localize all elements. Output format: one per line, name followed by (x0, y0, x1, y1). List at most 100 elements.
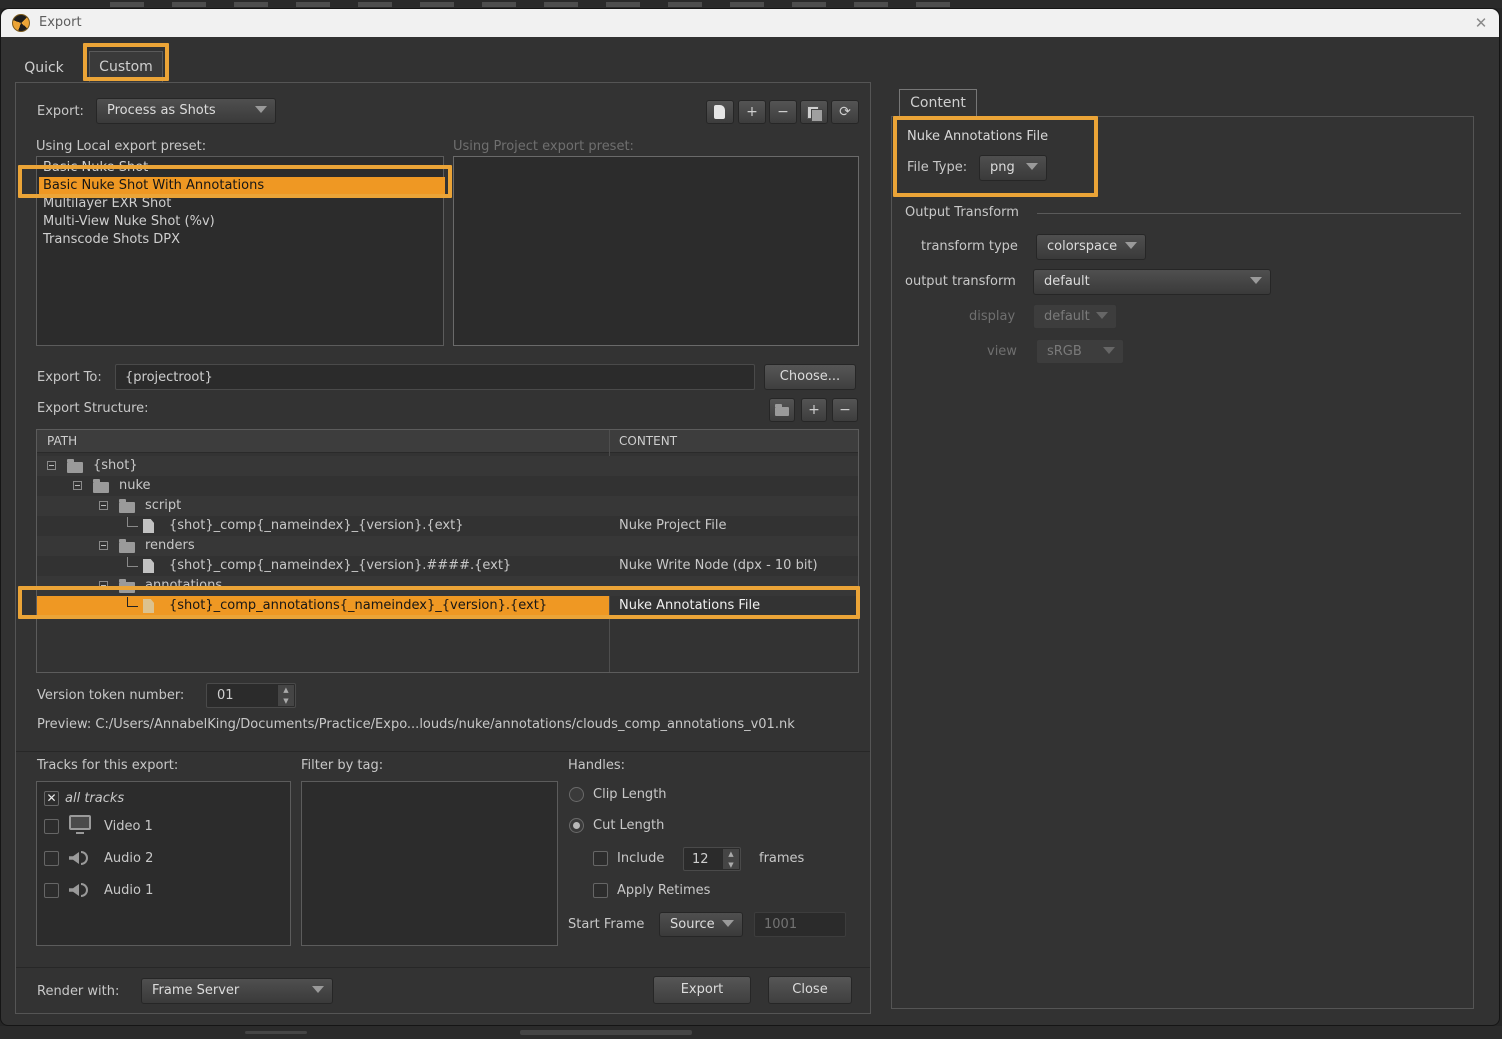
revert-preset-button[interactable]: ⟳ (831, 100, 859, 124)
track-label[interactable]: Audio 1 (104, 883, 153, 898)
remove-preset-button[interactable]: − (769, 100, 797, 124)
structure-row[interactable]: {shot}_comp{_nameindex}_{version}.{ext} … (37, 516, 858, 536)
check-x-icon: ✕ (46, 791, 56, 805)
tab-quick[interactable]: Quick (15, 53, 73, 83)
chevron-down-icon (1125, 242, 1137, 249)
minus-icon: − (777, 104, 789, 120)
filter-by-tag-box[interactable] (301, 781, 558, 946)
tree-expand-icon[interactable] (73, 481, 82, 490)
minus-icon: − (839, 402, 851, 418)
spin-down-icon[interactable]: ▼ (278, 696, 294, 707)
chevron-down-icon (722, 920, 734, 927)
nuke-app-icon (12, 14, 30, 32)
structure-row[interactable]: {shot} (37, 456, 858, 476)
path-name: {shot} (93, 458, 138, 473)
background-app-menubar (0, 0, 1502, 8)
tab-content[interactable]: Content (899, 89, 977, 117)
annotation-highlight-preset (18, 165, 452, 198)
apply-retimes-checkbox[interactable] (593, 883, 608, 898)
path-name: script (145, 498, 181, 513)
tracks-list: ✕ all tracks Video 1 Audio 2 Audio 1 (36, 781, 291, 946)
background-app-statusbar (0, 1026, 1502, 1039)
start-frame-dropdown[interactable]: Source (659, 912, 743, 937)
apply-retimes-label[interactable]: Apply Retimes (617, 883, 710, 898)
spinner[interactable]: ▲ ▼ (722, 849, 739, 869)
structure-row[interactable]: script (37, 496, 858, 516)
render-with-dropdown[interactable]: Frame Server (141, 978, 333, 1004)
project-preset-list (453, 156, 859, 346)
export-mode-dropdown[interactable]: Process as Shots (96, 98, 276, 124)
spinner[interactable]: ▲ ▼ (277, 685, 294, 706)
structure-row[interactable]: renders (37, 536, 858, 556)
path-name: renders (145, 538, 195, 553)
view-dropdown: sRGB (1036, 339, 1124, 364)
version-token-spinbox[interactable]: 01 ▲ ▼ (206, 683, 296, 708)
spin-up-icon[interactable]: ▲ (278, 685, 294, 696)
all-tracks-checkbox[interactable]: ✕ (44, 791, 59, 806)
annotation-highlight-annotations-row (18, 586, 860, 619)
folder-icon (119, 502, 135, 513)
close-button[interactable]: Close (768, 976, 852, 1004)
export-label: Export: (37, 104, 84, 119)
include-checkbox[interactable] (593, 851, 608, 866)
audio2-checkbox[interactable] (44, 851, 59, 866)
add-preset-button[interactable]: + (738, 100, 766, 124)
speaker-icon (69, 852, 79, 864)
path-name: nuke (119, 478, 151, 493)
remove-structure-button[interactable]: − (832, 398, 858, 422)
add-structure-button[interactable]: + (801, 398, 827, 422)
structure-row[interactable]: nuke (37, 476, 858, 496)
start-frame-value: 1001 (764, 917, 797, 932)
structure-row[interactable]: {shot}_comp{_nameindex}_{version}.####.{… (37, 556, 858, 576)
output-transform-label: output transform (905, 274, 1016, 289)
close-icon[interactable]: ✕ (1469, 13, 1493, 33)
start-frame-field[interactable]: 1001 (754, 912, 846, 937)
view-value: sRGB (1047, 344, 1082, 359)
clip-length-radio[interactable] (569, 787, 584, 802)
titlebar[interactable]: Export ✕ (1, 9, 1499, 37)
export-to-field[interactable]: {projectroot} (115, 364, 755, 390)
include-frames-spinbox[interactable]: 12 ▲ ▼ (683, 847, 741, 871)
video1-checkbox[interactable] (44, 819, 59, 834)
tree-expand-icon[interactable] (99, 501, 108, 510)
cut-length-radio[interactable] (569, 818, 584, 833)
render-with-label: Render with: (37, 984, 119, 999)
chevron-down-icon (1096, 312, 1108, 319)
section-rule (1037, 213, 1461, 214)
track-label[interactable]: Audio 2 (104, 851, 153, 866)
content-value: Nuke Project File (619, 518, 727, 533)
tree-expand-icon[interactable] (99, 541, 108, 550)
choose-button[interactable]: Choose... (764, 364, 856, 390)
export-button[interactable]: Export (653, 976, 751, 1004)
spin-down-icon[interactable]: ▼ (723, 860, 739, 871)
file-icon (143, 519, 154, 533)
tree-branch (127, 517, 138, 527)
clip-length-label[interactable]: Clip Length (593, 787, 667, 802)
column-content[interactable]: CONTENT (619, 434, 677, 448)
render-with-value: Frame Server (152, 983, 239, 998)
speaker-wave-icon (81, 851, 88, 865)
cut-length-label[interactable]: Cut Length (593, 818, 664, 833)
new-preset-button[interactable] (706, 100, 734, 124)
folder-plus-icon (775, 407, 789, 416)
duplicate-preset-button[interactable] (800, 100, 828, 124)
column-path[interactable]: PATH (47, 434, 77, 448)
chevron-down-icon (255, 106, 267, 113)
annotation-highlight-custom-tab (83, 43, 169, 81)
add-folder-button[interactable] (769, 398, 795, 422)
transform-type-dropdown[interactable]: colorspace (1036, 234, 1146, 260)
chevron-down-icon (1103, 347, 1115, 354)
chevron-down-icon (1250, 277, 1262, 284)
plus-icon: + (808, 402, 820, 418)
track-label[interactable]: Video 1 (104, 819, 153, 834)
export-dialog: Export ✕ Quick Custom Export: Process as… (0, 8, 1500, 1026)
output-transform-dropdown[interactable]: default (1033, 269, 1271, 295)
audio1-checkbox[interactable] (44, 883, 59, 898)
tree-expand-icon[interactable] (47, 461, 56, 470)
spin-up-icon[interactable]: ▲ (723, 849, 739, 860)
include-label[interactable]: Include (617, 851, 664, 866)
statusbar-sliver (520, 1030, 692, 1035)
preset-item[interactable]: Transcode Shots DPX (39, 231, 445, 249)
track-label[interactable]: all tracks (65, 791, 124, 806)
preset-item[interactable]: Multi-View Nuke Shot (%v) (39, 213, 445, 231)
